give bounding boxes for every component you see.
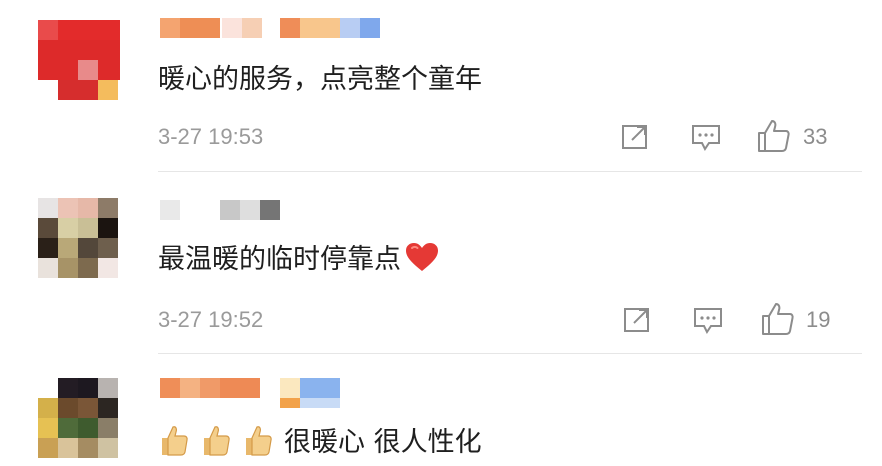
divider	[158, 171, 862, 172]
comment-timestamp: 3-27 19:52	[158, 307, 264, 332]
comment-text-content: 最温暖的临时停靠点	[158, 244, 401, 275]
avatar[interactable]	[38, 378, 120, 460]
divider	[158, 353, 862, 354]
thumb-up-icon[interactable]	[756, 118, 792, 154]
thumbs-up-emoji	[246, 426, 272, 456]
comment-text: 很暖心 很人性化	[158, 423, 482, 461]
comment-text-content: 很暖心 很人性化	[284, 427, 482, 458]
like-count: 33	[803, 124, 828, 149]
comment-text: 暖心的服务，点亮整个童年	[158, 64, 482, 95]
thumb-up-icon[interactable]	[760, 301, 796, 337]
like-count: 19	[806, 307, 831, 332]
reply-icon[interactable]	[692, 305, 724, 335]
share-icon[interactable]	[620, 122, 650, 152]
reply-icon[interactable]	[690, 122, 722, 152]
comment-text: 最温暖的临时停靠点	[158, 242, 439, 278]
avatar[interactable]	[38, 198, 120, 280]
avatar[interactable]	[38, 20, 120, 102]
thumbs-up-emoji	[204, 426, 230, 456]
share-icon[interactable]	[622, 305, 652, 335]
thumbs-up-emoji	[162, 426, 188, 456]
comment-timestamp: 3-27 19:53	[158, 124, 264, 149]
red-heart-icon	[406, 243, 438, 271]
